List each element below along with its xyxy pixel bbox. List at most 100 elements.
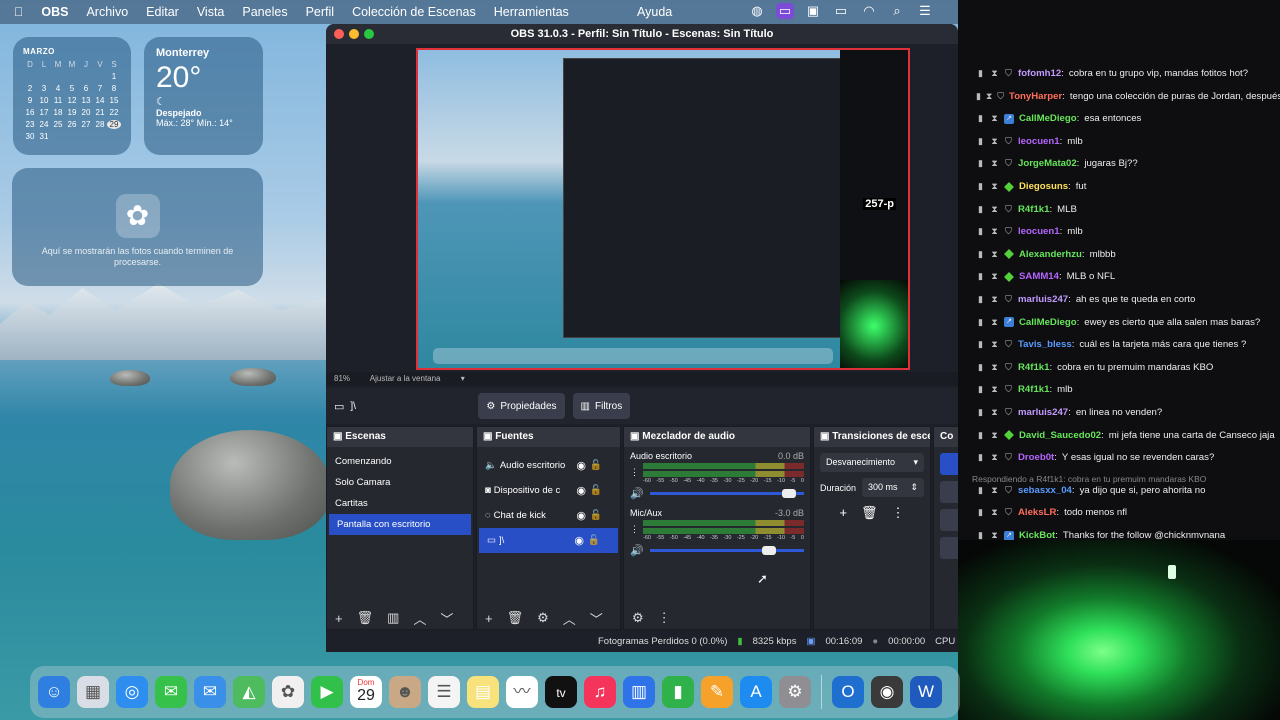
pin-icon[interactable]: ▮ bbox=[976, 452, 985, 463]
pin-icon[interactable]: ▮ bbox=[976, 136, 985, 147]
timeout-icon[interactable]: ⧗ bbox=[990, 430, 999, 441]
chat-username[interactable]: TonyHarper bbox=[1009, 91, 1062, 102]
scene-item[interactable]: Solo Camara bbox=[327, 472, 473, 493]
tv-icon[interactable]: tv bbox=[545, 676, 577, 708]
timeout-icon[interactable]: ⧗ bbox=[986, 91, 992, 102]
speaker-icon[interactable]: 🔊 bbox=[630, 544, 644, 557]
freeform-icon[interactable]: 〰 bbox=[506, 676, 538, 708]
volume-slider[interactable] bbox=[649, 546, 804, 555]
chat-message[interactable]: ▮ ⧗ David_Saucedo02: mi jefa tiene una cart… bbox=[976, 430, 1280, 441]
transition-select[interactable]: Desvanecimiento ▾ bbox=[820, 453, 924, 472]
timeout-icon[interactable]: ⧗ bbox=[990, 181, 999, 192]
pin-icon[interactable]: ▮ bbox=[976, 249, 985, 260]
add-icon[interactable]: + bbox=[335, 611, 343, 626]
speaker-icon[interactable]: 🔊 bbox=[630, 487, 644, 500]
chat-username[interactable]: R4f1k1 bbox=[1018, 384, 1049, 395]
chat-username[interactable]: JorgeMata02 bbox=[1018, 158, 1077, 169]
timeout-icon[interactable]: ⧗ bbox=[990, 485, 999, 496]
wifi-icon[interactable]: ◠ bbox=[860, 3, 878, 19]
volume-knob[interactable] bbox=[762, 546, 777, 555]
chat-message[interactable]: ▮ ⧗ ⛉ sebasxx_04: ya dijo que si, pero ahori… bbox=[976, 485, 1280, 496]
chat-message[interactable]: ▮ ⧗ ⛉ AleksLR: todo menos nfl bbox=[976, 507, 1280, 518]
trash-icon[interactable]: 🗑 bbox=[861, 505, 878, 521]
menu-app-name[interactable]: OBS bbox=[41, 5, 68, 19]
chat-username[interactable]: leocuen1 bbox=[1018, 226, 1060, 237]
start-streaming-button[interactable] bbox=[940, 453, 958, 475]
stepper-icon[interactable]: ⇕ bbox=[910, 482, 918, 493]
search-icon[interactable]: ⌕ bbox=[888, 3, 906, 19]
eye-icon[interactable]: ◉ bbox=[576, 459, 586, 472]
source-item[interactable]: ◌ Chat de kick ◉ 🔓 bbox=[477, 503, 620, 528]
pin-icon[interactable]: ▮ bbox=[976, 430, 985, 441]
chat-message[interactable]: ▮ ⧗ ⛉ R4f1k1: mlb bbox=[976, 384, 1280, 395]
control-button[interactable] bbox=[940, 537, 958, 559]
source-item-selected[interactable]: ▭]\ ◉ 🔓 bbox=[479, 528, 618, 553]
close-button[interactable] bbox=[334, 29, 344, 39]
chat-username[interactable]: CallMeDiego bbox=[1019, 113, 1077, 124]
facetime-icon[interactable]: ▶ bbox=[311, 676, 343, 708]
timeout-icon[interactable]: ⧗ bbox=[990, 136, 999, 147]
add-icon[interactable]: + bbox=[485, 611, 493, 626]
control-button[interactable] bbox=[940, 509, 958, 531]
contacts-icon[interactable]: ☻ bbox=[389, 676, 421, 708]
finder-icon[interactable]: ☺ bbox=[38, 676, 70, 708]
timeout-icon[interactable]: ⧗ bbox=[990, 249, 999, 260]
gear-icon[interactable]: ⚙ bbox=[537, 610, 549, 626]
chat-username[interactable]: R4f1k1 bbox=[1018, 204, 1049, 215]
kebab-icon[interactable]: ⋮ bbox=[630, 524, 639, 535]
add-icon[interactable]: + bbox=[839, 505, 847, 521]
source-item[interactable]: ◙ Dispositivo de c ◉ 🔓 bbox=[477, 478, 620, 503]
apple-icon[interactable]:  bbox=[14, 5, 23, 19]
pin-icon[interactable]: ▮ bbox=[976, 384, 985, 395]
pin-icon[interactable]: ▮ bbox=[976, 158, 985, 169]
chat-message[interactable]: ▮ ⧗ ↗ CallMeDiego: ewey es cierto que alla s… bbox=[976, 317, 1280, 328]
pin-icon[interactable]: ▮ bbox=[976, 271, 985, 282]
source-item[interactable]: 🔈 Audio escritorio ◉ 🔓 bbox=[477, 453, 620, 478]
timeout-icon[interactable]: ⧗ bbox=[990, 339, 999, 350]
pin-icon[interactable]: ▮ bbox=[976, 294, 985, 305]
pin-icon[interactable]: ▮ bbox=[976, 91, 981, 102]
chat-message[interactable]: ▮ ⧗ ⛉ fofomh12: cobra en tu grupo vip, manda… bbox=[976, 68, 1280, 79]
chat-message[interactable]: ▮ ⧗ ⛉ JorgeMata02: jugaras Bj?? bbox=[976, 158, 1280, 169]
pin-icon[interactable]: ▮ bbox=[976, 362, 985, 373]
chat-username[interactable]: Tavis_bless bbox=[1018, 339, 1072, 350]
timeout-icon[interactable]: ⧗ bbox=[990, 384, 999, 395]
chat-username[interactable]: marluis247 bbox=[1018, 407, 1068, 418]
timeout-icon[interactable]: ⧗ bbox=[990, 407, 999, 418]
screen-mirror-icon[interactable]: ▭ bbox=[776, 3, 794, 19]
pin-icon[interactable]: ▮ bbox=[976, 407, 985, 418]
timeout-icon[interactable]: ⧗ bbox=[990, 452, 999, 463]
chat-username[interactable]: sebasxx_04 bbox=[1018, 485, 1072, 496]
launchpad-icon[interactable]: ▦ bbox=[77, 676, 109, 708]
up-icon[interactable]: ︿ bbox=[413, 609, 426, 628]
chat-username[interactable]: fofomh12 bbox=[1018, 68, 1061, 79]
kebab-icon[interactable]: ⋮ bbox=[892, 505, 905, 521]
down-icon[interactable]: ﹀ bbox=[590, 609, 603, 628]
timeout-icon[interactable]: ⧗ bbox=[990, 507, 999, 518]
chat-message[interactable]: ▮ ⧗ ⛉ R4f1k1: cobra en tu premuim mandaras K… bbox=[976, 362, 1280, 373]
filter-icon[interactable]: ▥ bbox=[387, 610, 399, 626]
advanced-audio-icon[interactable]: ⚙ bbox=[632, 610, 644, 626]
eye-icon[interactable]: ◉ bbox=[574, 534, 584, 547]
safari-icon[interactable]: ◎ bbox=[116, 676, 148, 708]
menu-herramientas[interactable]: Herramientas bbox=[494, 5, 569, 19]
pin-icon[interactable]: ▮ bbox=[976, 339, 985, 350]
word-icon[interactable]: W bbox=[910, 676, 942, 708]
obs-preview[interactable]: 257-p bbox=[416, 48, 910, 370]
timeout-icon[interactable]: ⧗ bbox=[990, 271, 999, 282]
chat-username[interactable]: CallMeDiego bbox=[1019, 317, 1077, 328]
up-icon[interactable]: ︿ bbox=[563, 609, 576, 628]
appstore-icon[interactable]: A bbox=[740, 676, 772, 708]
numbers-icon[interactable]: ▮ bbox=[662, 676, 694, 708]
chat-username[interactable]: AleksLR bbox=[1018, 507, 1056, 518]
battery-icon[interactable]: ▭ bbox=[832, 3, 850, 19]
lock-icon[interactable]: 🔓 bbox=[588, 535, 600, 546]
chat-message[interactable]: ▮ ⧗ ↗ CallMeDiego: esa entonces bbox=[976, 113, 1280, 124]
calendar-icon[interactable]: Dom 29 bbox=[350, 676, 382, 708]
scene-item-selected[interactable]: Pantalla con escritorio bbox=[329, 514, 471, 535]
reminders-icon[interactable]: ☰ bbox=[428, 676, 460, 708]
lock-icon[interactable]: 🔓 bbox=[590, 510, 602, 521]
trash-icon[interactable]: 🗑 bbox=[507, 610, 524, 626]
chat-username[interactable]: Droeb0t bbox=[1018, 452, 1054, 463]
outlook-icon[interactable]: O bbox=[832, 676, 864, 708]
